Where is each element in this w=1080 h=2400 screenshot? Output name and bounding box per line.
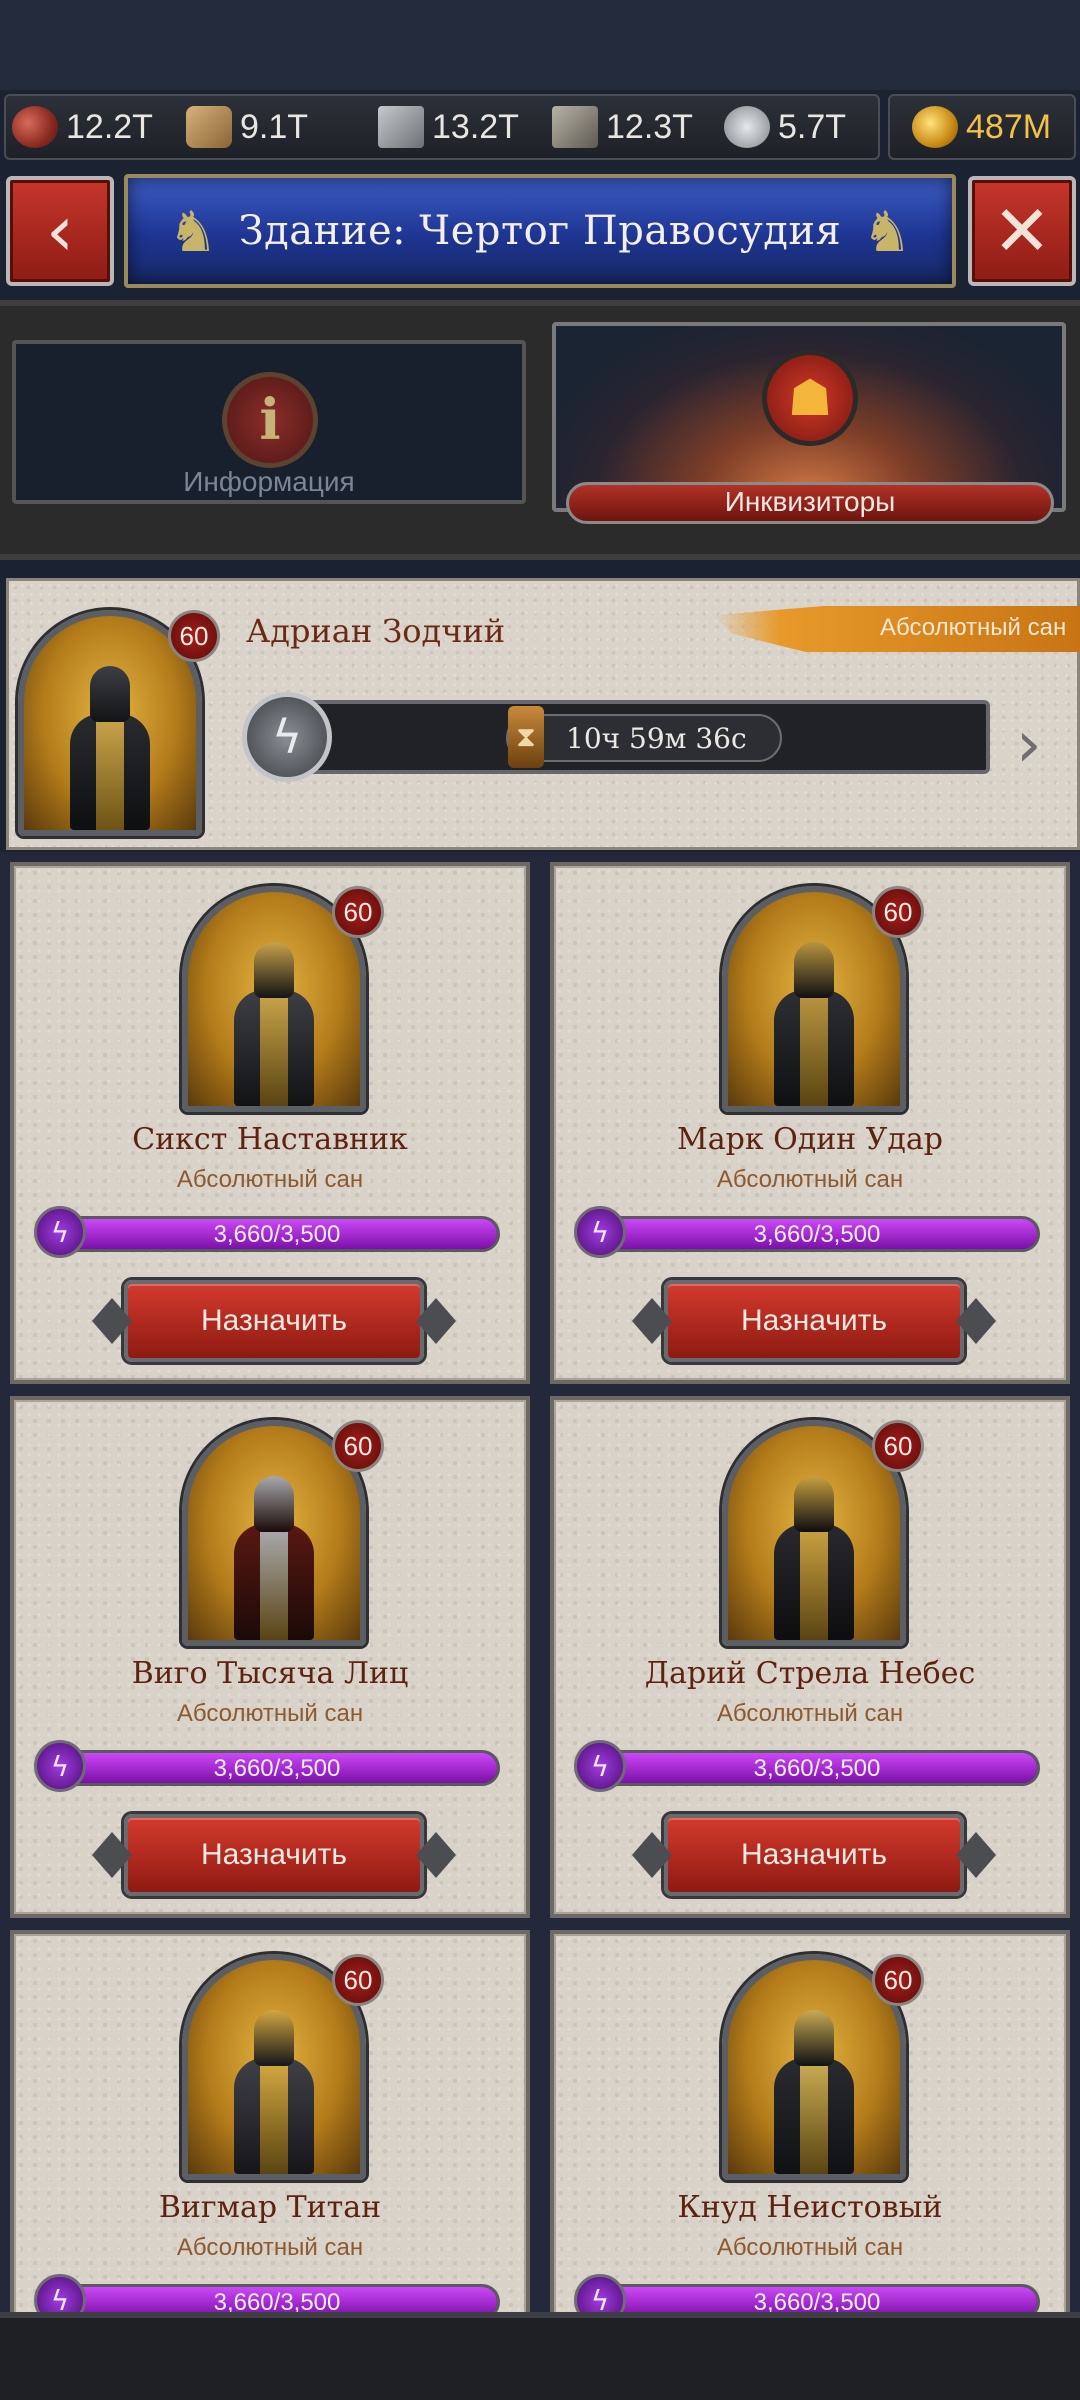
resource-gold[interactable]: 487M — [912, 104, 1051, 150]
inquisitor-rank: Абсолютный сан — [176, 1166, 364, 1193]
assign-button[interactable]: Назначить — [124, 1814, 424, 1896]
experience-bar: 3,660/3,500 — [594, 1216, 1040, 1252]
resource-value: 9.1T — [240, 107, 309, 146]
experience-text: 3,660/3,500 — [213, 1221, 341, 1248]
inquisitor-name: Дарий Стрела Небес — [644, 1656, 976, 1691]
lightning-bolt-icon[interactable]: ϟ — [242, 692, 332, 782]
resource-iron[interactable]: 12.3T — [552, 104, 693, 150]
experience-bar: 3,660/3,500 — [54, 1216, 500, 1252]
inquisitor-name: Кнуд Неистовый — [677, 2190, 943, 2225]
inquisitor-rank: Абсолютный сан — [716, 2234, 904, 2261]
inquisitor-card[interactable]: 60 Сикст Наставник Абсолютный сан 3,660/… — [10, 862, 530, 1384]
level-badge: 60 — [872, 1954, 924, 2006]
inquisitor-card[interactable]: 60 Марк Один Удар Абсолютный сан 3,660/3… — [550, 862, 1070, 1384]
inquisitor-name: Марк Один Удар — [677, 1122, 943, 1157]
title-banner: ♞ Здание: Чертог Правосудия ♞ — [124, 174, 956, 288]
inquisitor-card[interactable]: 60 Дарий Стрела Небес Абсолютный сан 3,6… — [550, 1396, 1070, 1918]
inquisitor-rank: Абсолютный сан — [176, 1700, 364, 1727]
gold-coins-icon — [912, 106, 958, 148]
stone-icon — [378, 106, 424, 148]
timer-text: 10ч 59м 36с — [566, 721, 747, 755]
inquisitor-rank: Абсолютный сан — [716, 1700, 904, 1727]
page-title: Здание: Чертог Правосудия — [238, 208, 842, 254]
inquisitor-name: Сикст Наставник — [132, 1122, 408, 1157]
tab-info-label: Информация — [183, 466, 355, 497]
leader-name: Адриан Зодчий — [246, 612, 506, 650]
leader-rank: Абсолютный сан — [880, 614, 1067, 641]
timer-display: 10ч 59м 36с — [506, 714, 782, 762]
resource-value: 5.7T — [778, 107, 847, 146]
silver-icon — [724, 106, 770, 148]
hourglass-icon: ⧗ — [508, 706, 544, 768]
level-badge: 60 — [332, 1954, 384, 2006]
resource-wood[interactable]: 9.1T — [186, 104, 308, 150]
back-arrow-icon: ‹ — [46, 190, 74, 272]
back-button[interactable]: ‹ — [6, 176, 114, 286]
inquisitor-figure — [764, 936, 864, 1106]
lightning-bolt-icon: ϟ — [574, 1740, 626, 1792]
inquisitor-card[interactable]: 60 Виго Тысяча Лиц Абсолютный сан 3,660/… — [10, 1396, 530, 1918]
lion-emblem-icon: ♞ — [167, 199, 219, 265]
inquisitor-figure — [60, 660, 160, 830]
info-icon: i — [222, 372, 318, 468]
experience-text: 3,660/3,500 — [753, 1221, 881, 1248]
iron-icon — [552, 106, 598, 148]
inquisitor-figure — [224, 2004, 324, 2174]
assign-button-label: Назначить — [200, 1304, 348, 1337]
lightning-bolt-icon: ϟ — [34, 1740, 86, 1792]
wood-icon — [186, 106, 232, 148]
resource-value: 12.2T — [66, 107, 153, 146]
inquisitor-figure — [764, 1470, 864, 1640]
level-badge: 60 — [332, 886, 384, 938]
inquisitor-rank: Абсолютный сан — [716, 1166, 904, 1193]
inquisitor-name: Виго Тысяча Лиц — [131, 1656, 409, 1691]
resource-silver[interactable]: 5.7T — [724, 104, 846, 150]
level-badge: 60 — [332, 1420, 384, 1472]
inquisitor-name: Вигмар Титан — [158, 2190, 382, 2225]
lion-emblem-icon: ♞ — [861, 199, 913, 265]
inquisitor-figure — [224, 1470, 324, 1640]
resource-value: 13.2T — [432, 107, 519, 146]
inquisitor-rank: Абсолютный сан — [176, 2234, 364, 2261]
level-badge: 60 — [872, 1420, 924, 1472]
lightning-bolt-icon: ϟ — [34, 1206, 86, 1258]
gold-value: 487M — [966, 107, 1052, 146]
experience-text: 3,660/3,500 — [213, 1755, 341, 1782]
meat-icon — [12, 106, 58, 148]
next-arrow-icon[interactable]: › — [1016, 708, 1042, 782]
lightning-bolt-icon: ϟ — [574, 1206, 626, 1258]
close-button[interactable]: ✕ — [968, 176, 1076, 286]
tab-inquisitors-label: Инквизиторы — [724, 486, 896, 517]
assign-button[interactable]: Назначить — [664, 1814, 964, 1896]
status-bar — [0, 0, 1080, 90]
inquisitor-mask-icon: ☗ — [762, 350, 858, 446]
level-badge: 60 — [168, 610, 220, 662]
assign-button[interactable]: Назначить — [664, 1280, 964, 1362]
resource-value: 12.3T — [606, 107, 693, 146]
assign-button-label: Назначить — [740, 1304, 888, 1337]
bottom-frame — [0, 2312, 1080, 2400]
inquisitor-figure — [224, 936, 324, 1106]
inquisitor-figure — [764, 2004, 864, 2174]
assign-button-label: Назначить — [740, 1838, 888, 1871]
assign-button-label: Назначить — [200, 1838, 348, 1871]
resource-meat[interactable]: 12.2T — [12, 104, 153, 150]
assign-button[interactable]: Назначить — [124, 1280, 424, 1362]
level-badge: 60 — [872, 886, 924, 938]
experience-bar: 3,660/3,500 — [54, 1750, 500, 1786]
experience-bar: 3,660/3,500 — [594, 1750, 1040, 1786]
resource-stone[interactable]: 13.2T — [378, 104, 519, 150]
experience-text: 3,660/3,500 — [753, 1755, 881, 1782]
close-icon: ✕ — [992, 190, 1052, 272]
